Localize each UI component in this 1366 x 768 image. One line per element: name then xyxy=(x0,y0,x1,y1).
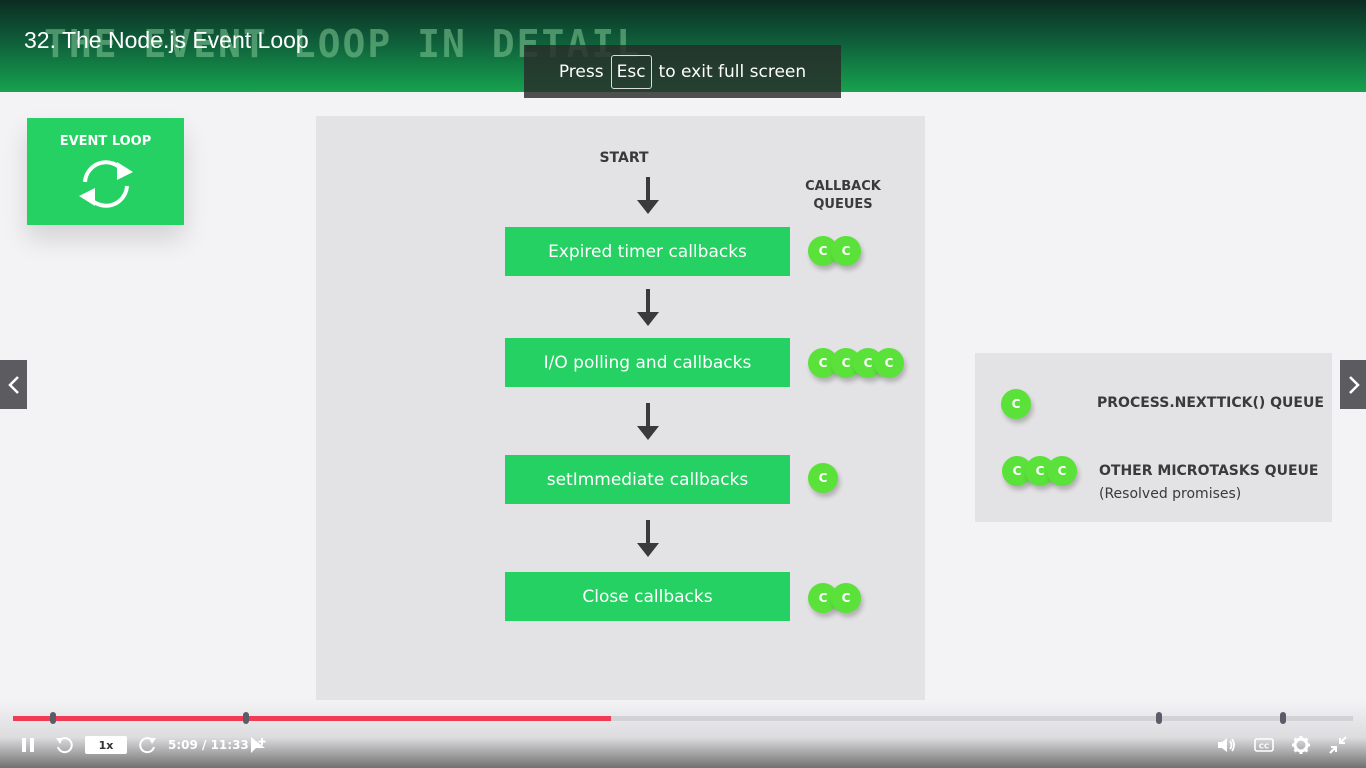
queues-heading-line1: CALLBACK xyxy=(805,179,881,194)
rewind-button[interactable] xyxy=(53,734,75,756)
phase-expired-timers: Expired timer callbacks xyxy=(505,227,790,276)
esc-key-label: Esc xyxy=(610,54,652,89)
notice-suffix: to exit full screen xyxy=(658,61,807,82)
bookmark-marker[interactable] xyxy=(243,712,250,724)
captions-button[interactable]: CC xyxy=(1253,734,1275,756)
pause-button[interactable] xyxy=(17,734,39,756)
phase-close-callbacks: Close callbacks xyxy=(505,572,790,621)
event-loop-card: EVENT LOOP xyxy=(27,118,184,225)
chevron-right-icon xyxy=(1348,375,1360,394)
cycle-arrows-icon xyxy=(79,160,133,208)
callback-queues-heading: CALLBACK QUEUES xyxy=(800,178,886,214)
video-title: 32. The Node.js Event Loop xyxy=(24,27,309,53)
microtasks-queue-label: OTHER MICROTASKS QUEUE xyxy=(1099,463,1319,479)
forward-button[interactable] xyxy=(137,734,159,756)
settings-button[interactable] xyxy=(1290,734,1312,756)
rewind-icon xyxy=(56,737,73,754)
exit-fullscreen-button[interactable] xyxy=(1327,734,1349,756)
bookmark-marker[interactable] xyxy=(1155,712,1162,724)
bookmark-marker[interactable] xyxy=(1280,712,1287,724)
event-loop-card-label: EVENT LOOP xyxy=(59,134,152,149)
add-note-icon xyxy=(251,737,266,753)
phase-io-polling: I/O polling and callbacks xyxy=(505,338,790,387)
forward-icon xyxy=(139,737,156,754)
playback-speed-button[interactable]: 1x xyxy=(85,736,127,754)
progress-bar[interactable] xyxy=(13,716,1353,721)
arrow-down-icon xyxy=(637,520,659,557)
phase-set-immediate: setImmediate callbacks xyxy=(505,455,790,504)
previous-lecture-button[interactable] xyxy=(0,360,27,409)
callback-circle: C xyxy=(874,348,904,378)
arrow-down-icon xyxy=(637,177,659,214)
nexttick-queue-label: PROCESS.NEXTTICK() QUEUE xyxy=(1097,395,1324,411)
add-note-button[interactable] xyxy=(247,734,269,756)
fullscreen-exit-notice: Press Esc to exit full screen xyxy=(524,45,841,98)
chevron-left-icon xyxy=(7,375,19,394)
queues-heading-line2: QUEUES xyxy=(813,197,873,212)
next-lecture-button[interactable] xyxy=(1340,360,1366,409)
arrow-down-icon xyxy=(637,403,659,440)
settings-icon xyxy=(1292,736,1310,754)
callback-circle: C xyxy=(1047,456,1077,486)
volume-button[interactable] xyxy=(1216,734,1238,756)
exit-fullscreen-icon xyxy=(1329,736,1347,754)
callback-circle: C xyxy=(831,236,861,266)
progress-fill xyxy=(13,716,611,721)
player-controls xyxy=(0,700,1366,768)
notice-prefix: Press xyxy=(558,61,604,82)
callback-circle: C xyxy=(831,583,861,613)
volume-icon xyxy=(1218,738,1235,752)
captions-icon: CC xyxy=(1254,738,1274,752)
arrow-down-icon xyxy=(637,289,659,326)
svg-text:CC: CC xyxy=(1259,743,1269,751)
bookmark-marker[interactable] xyxy=(50,712,57,724)
microtasks-queue-sublabel: (Resolved promises) xyxy=(1099,486,1242,502)
time-display: 5:09 / 11:33 xyxy=(168,738,249,752)
pause-icon xyxy=(22,738,34,752)
callback-circle: C xyxy=(808,463,838,493)
callback-circle: C xyxy=(1001,389,1031,419)
